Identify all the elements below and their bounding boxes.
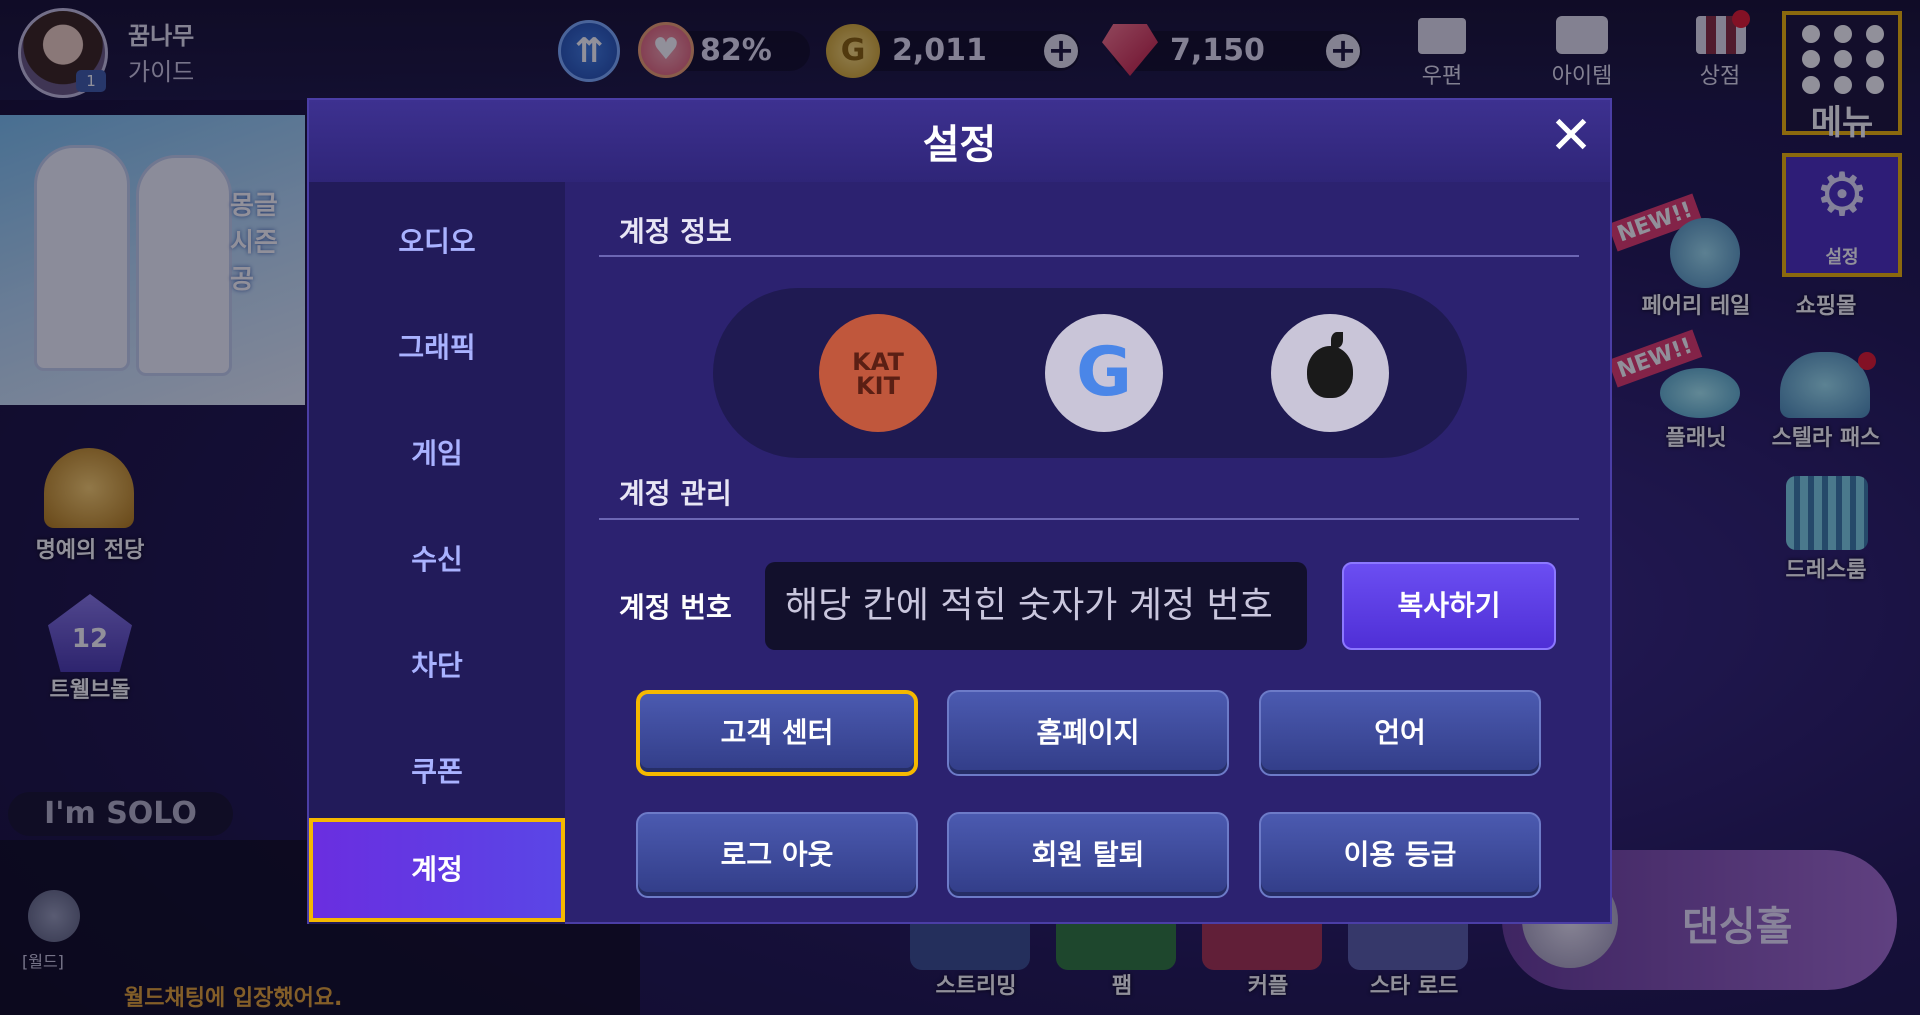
divider [599, 518, 1579, 520]
logout-button[interactable]: 로그 아웃 [636, 812, 918, 898]
modal-header: 설정 ✕ [309, 100, 1610, 182]
character-figure [34, 145, 130, 371]
social-login-panel: KAT KIT G [713, 288, 1467, 458]
settings-modal: 설정 ✕ 오디오 그래픽 게임 수신 차단 쿠폰 계정 계정 정보 KAT KI… [307, 98, 1612, 924]
account-manage-title: 계정 관리 [619, 477, 732, 510]
kakao-login-button[interactable]: KAT KIT [819, 314, 937, 432]
hall-of-fame-label[interactable]: 명예의 전당 [10, 532, 170, 564]
planet-label[interactable]: 플래닛 [1626, 420, 1766, 452]
gem-value: 7,150 [1170, 33, 1265, 68]
solo-status-badge[interactable]: I'm SOLO [8, 792, 233, 836]
settings-shortcut-button[interactable]: ⚙ 설정 [1782, 153, 1902, 277]
divider [599, 255, 1579, 257]
customer-center-button[interactable]: 고객 센터 [636, 690, 918, 776]
settings-sidebar: 오디오 그래픽 게임 수신 차단 쿠폰 계정 [309, 182, 565, 924]
gold-value: 2,011 [892, 33, 987, 68]
tab-audio[interactable]: 오디오 [309, 207, 565, 277]
player-rank: 가이드 [128, 58, 195, 86]
google-login-button[interactable]: G [1045, 314, 1163, 432]
briefcase-icon[interactable] [1556, 16, 1608, 54]
apple-login-button[interactable] [1271, 314, 1389, 432]
streaming-label[interactable]: 스트리밍 [916, 968, 1036, 1000]
heart-icon: ♥ [638, 22, 694, 78]
modal-title: 설정 [922, 122, 997, 168]
fairy-tale-icon[interactable] [1670, 218, 1740, 288]
planet-icon[interactable] [1660, 368, 1740, 418]
apple-leaf [1331, 332, 1343, 348]
trophy-icon[interactable] [44, 448, 134, 528]
world-globe-icon[interactable] [28, 890, 80, 942]
stella-notification-dot [1858, 352, 1876, 370]
language-button[interactable]: 언어 [1259, 690, 1541, 776]
account-info-title: 계정 정보 [619, 215, 732, 248]
settings-shortcut-label: 설정 [1825, 247, 1859, 268]
google-logo: G [1076, 333, 1132, 412]
copy-button[interactable]: 복사하기 [1342, 562, 1556, 650]
mail-label[interactable]: 우편 [1392, 58, 1492, 90]
item-label[interactable]: 아이템 [1532, 58, 1632, 90]
character-figure [136, 155, 232, 376]
menu-label: 메뉴 [1810, 103, 1874, 143]
stella-wing-icon[interactable] [1780, 352, 1870, 418]
age-rating-button[interactable]: 이용 등급 [1259, 812, 1541, 898]
tab-graphics[interactable]: 그래픽 [309, 313, 565, 383]
apple-icon [1307, 346, 1353, 398]
season-event-banner[interactable]: 몽글 시즌 공 [0, 115, 305, 405]
fam-label[interactable]: 팸 [1062, 968, 1182, 1000]
kakao-logo-text: KAT KIT [852, 348, 904, 400]
boost-icon[interactable]: ⇈ [558, 20, 620, 82]
dressroom-icon[interactable] [1786, 476, 1868, 550]
fairy-tale-label[interactable]: 페어리 테일 [1626, 288, 1766, 320]
shopping-mall-label[interactable]: 쇼핑몰 [1756, 288, 1896, 320]
dressroom-label[interactable]: 드레스룸 [1756, 552, 1896, 584]
crown-icon[interactable]: 12 [48, 594, 132, 672]
shop-label[interactable]: 상점 [1670, 58, 1770, 90]
add-gold-button[interactable]: + [1044, 34, 1078, 68]
twelve-doll-label[interactable]: 트웰브돌 [10, 672, 170, 704]
heart-value: 82% [700, 33, 772, 68]
banner-text: 몽글 시즌 공 [230, 191, 278, 295]
chat-message: 월드채팅에 입장했어요. [124, 986, 343, 1011]
world-chat-tab[interactable]: [월드] [22, 948, 64, 972]
star-road-label[interactable]: 스타 로드 [1354, 968, 1474, 1000]
gear-icon: ⚙ [1815, 160, 1869, 230]
couple-label[interactable]: 커플 [1208, 968, 1328, 1000]
homepage-button[interactable]: 홈페이지 [947, 690, 1229, 776]
withdraw-button[interactable]: 회원 탈퇴 [947, 812, 1229, 898]
account-number-label: 계정 번호 [619, 591, 732, 624]
close-icon[interactable]: ✕ [1549, 110, 1593, 162]
player-name: 꿈나무 [128, 22, 195, 50]
tab-receive[interactable]: 수신 [309, 525, 565, 595]
gold-coin-icon: G [826, 24, 880, 78]
shop-notification-dot [1732, 10, 1750, 28]
dance-hall-label: 댄싱홀 [1682, 904, 1793, 950]
menu-grid-icon [1798, 25, 1888, 95]
add-gem-button[interactable]: + [1326, 34, 1360, 68]
tab-coupon[interactable]: 쿠폰 [309, 737, 565, 807]
menu-button[interactable]: 메뉴 [1782, 11, 1902, 143]
stella-pass-label[interactable]: 스텔라 패스 [1756, 420, 1896, 452]
tab-game[interactable]: 게임 [309, 419, 565, 489]
account-number-field[interactable]: 해당 칸에 적힌 숫자가 계정 번호 [765, 562, 1307, 650]
tab-account[interactable]: 계정 [309, 818, 565, 922]
mail-icon[interactable] [1418, 18, 1466, 54]
tab-block[interactable]: 차단 [309, 631, 565, 701]
level-badge: 1 [76, 70, 106, 92]
